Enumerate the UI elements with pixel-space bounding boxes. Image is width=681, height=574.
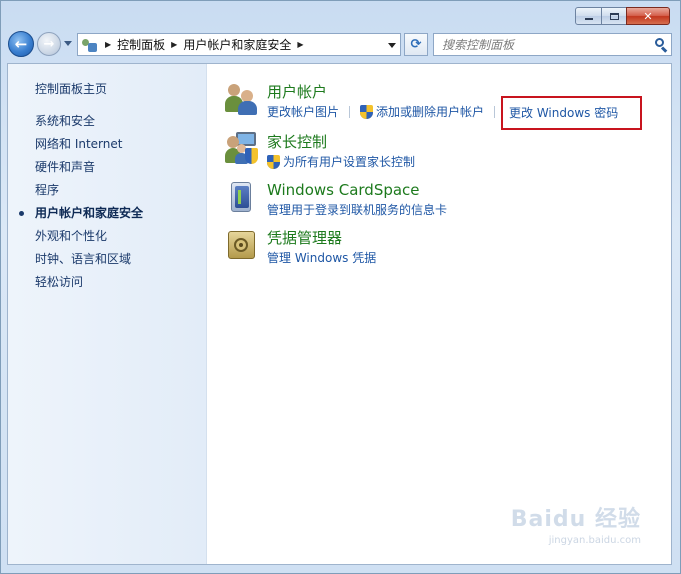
control-panel-window: ✕ ← → ▶ 控制面板 ▶ 用户帐户和家庭安全 ▶ ⟳ 搜索控制面板 控制面板… — [0, 0, 681, 574]
sidebar-item-user-accounts[interactable]: 用户帐户和家庭安全 — [8, 202, 206, 225]
link-label: 管理 Windows 凭据 — [267, 251, 377, 265]
sidebar: 控制面板主页 系统和安全 网络和 Internet 硬件和声音 程序 用户帐户和… — [8, 64, 207, 564]
breadcrumb-control-panel[interactable]: 控制面板 — [117, 36, 165, 53]
category-links: 更改帐户图片 添加或删除用户帐户 — [267, 104, 505, 120]
refresh-button[interactable]: ⟳ — [404, 33, 428, 56]
refresh-icon: ⟳ — [410, 37, 422, 52]
link-manage-windows-credentials[interactable]: 管理 Windows 凭据 — [267, 250, 376, 266]
sidebar-item-ease-of-access[interactable]: 轻松访问 — [8, 271, 206, 294]
forward-button[interactable]: → — [37, 32, 61, 56]
search-box[interactable] — [433, 33, 672, 56]
maximize-button[interactable] — [601, 7, 627, 25]
category-links: 管理 Windows 凭据 — [267, 250, 376, 266]
category-parental-controls: 家长控制 为所有用户设置家长控制 — [225, 132, 415, 170]
users-icon[interactable] — [225, 82, 259, 116]
sidebar-item-home[interactable]: 控制面板主页 — [8, 78, 206, 101]
cardspace-icon[interactable] — [225, 180, 259, 214]
sidebar-item-clock-language-region[interactable]: 时钟、语言和区域 — [8, 248, 206, 271]
sidebar-item-appearance[interactable]: 外观和个性化 — [8, 225, 206, 248]
sidebar-item-programs[interactable]: 程序 — [8, 179, 206, 202]
watermark-logo: Baidu 经验 — [510, 507, 641, 532]
link-set-parental-controls[interactable]: 为所有用户设置家长控制 — [267, 154, 415, 170]
control-panel-icon — [81, 37, 99, 53]
main-panel: 用户帐户 更改帐户图片 添加或删除用户帐户 更改 Windows 密码 家长控制… — [207, 64, 671, 564]
close-button[interactable]: ✕ — [626, 7, 670, 25]
recent-pages-dropdown[interactable] — [64, 41, 72, 46]
forward-arrow-icon: → — [43, 36, 55, 52]
link-divider — [349, 106, 351, 118]
link-divider — [494, 106, 496, 118]
uac-shield-icon — [360, 105, 374, 119]
back-button[interactable]: ← — [8, 31, 34, 57]
category-title-user-accounts[interactable]: 用户帐户 — [267, 82, 505, 102]
link-label: 更改帐户图片 — [267, 105, 340, 119]
credential-vault-icon[interactable] — [225, 228, 259, 262]
close-icon: ✕ — [643, 9, 653, 23]
category-credential-manager: 凭据管理器 管理 Windows 凭据 — [225, 228, 376, 266]
address-bar[interactable]: ▶ 控制面板 ▶ 用户帐户和家庭安全 ▶ — [77, 33, 401, 56]
category-cardspace: Windows CardSpace 管理用于登录到联机服务的信息卡 — [225, 180, 447, 218]
link-label: 管理用于登录到联机服务的信息卡 — [267, 203, 448, 217]
content-pane: 控制面板主页 系统和安全 网络和 Internet 硬件和声音 程序 用户帐户和… — [7, 63, 672, 565]
sidebar-item-hardware-sound[interactable]: 硬件和声音 — [8, 156, 206, 179]
link-change-windows-password[interactable]: 更改 Windows 密码 — [509, 105, 618, 121]
search-icon[interactable] — [651, 35, 671, 55]
caption-buttons: ✕ — [575, 7, 670, 25]
maximize-icon — [609, 12, 619, 20]
link-manage-info-cards[interactable]: 管理用于登录到联机服务的信息卡 — [267, 202, 447, 218]
sidebar-item-system-security[interactable]: 系统和安全 — [8, 110, 206, 133]
breadcrumb-separator-icon[interactable]: ▶ — [171, 40, 177, 49]
search-input[interactable] — [442, 37, 651, 52]
link-label: 添加或删除用户帐户 — [376, 105, 485, 119]
category-title-credential-manager[interactable]: 凭据管理器 — [267, 228, 376, 248]
link-add-remove-accounts[interactable]: 添加或删除用户帐户 — [360, 104, 484, 120]
minimize-icon — [584, 17, 593, 20]
category-title-cardspace[interactable]: Windows CardSpace — [267, 180, 447, 200]
navigation-bar: ← → ▶ 控制面板 ▶ 用户帐户和家庭安全 ▶ ⟳ — [7, 29, 672, 59]
watermark: Baidu 经验 jingyan.baidu.com — [511, 501, 641, 546]
link-change-account-picture[interactable]: 更改帐户图片 — [267, 104, 339, 120]
highlight-box: 更改 Windows 密码 — [501, 96, 642, 130]
breadcrumb-separator-icon[interactable]: ▶ — [105, 40, 111, 49]
category-title-parental-controls[interactable]: 家长控制 — [267, 132, 415, 152]
minimize-button[interactable] — [575, 7, 602, 25]
category-links: 为所有用户设置家长控制 — [267, 154, 415, 170]
watermark-url: jingyan.baidu.com — [548, 535, 641, 546]
breadcrumb-separator-icon[interactable]: ▶ — [297, 40, 303, 49]
category-links: 管理用于登录到联机服务的信息卡 — [267, 202, 447, 218]
breadcrumb-user-accounts[interactable]: 用户帐户和家庭安全 — [183, 36, 291, 53]
address-dropdown-icon[interactable] — [388, 43, 396, 48]
back-arrow-icon: ← — [14, 35, 28, 53]
parental-controls-icon[interactable] — [225, 132, 259, 166]
sidebar-item-network-internet[interactable]: 网络和 Internet — [8, 133, 206, 156]
uac-shield-icon — [267, 155, 280, 169]
link-label: 为所有用户设置家长控制 — [283, 155, 416, 169]
category-user-accounts: 用户帐户 更改帐户图片 添加或删除用户帐户 — [225, 82, 505, 120]
